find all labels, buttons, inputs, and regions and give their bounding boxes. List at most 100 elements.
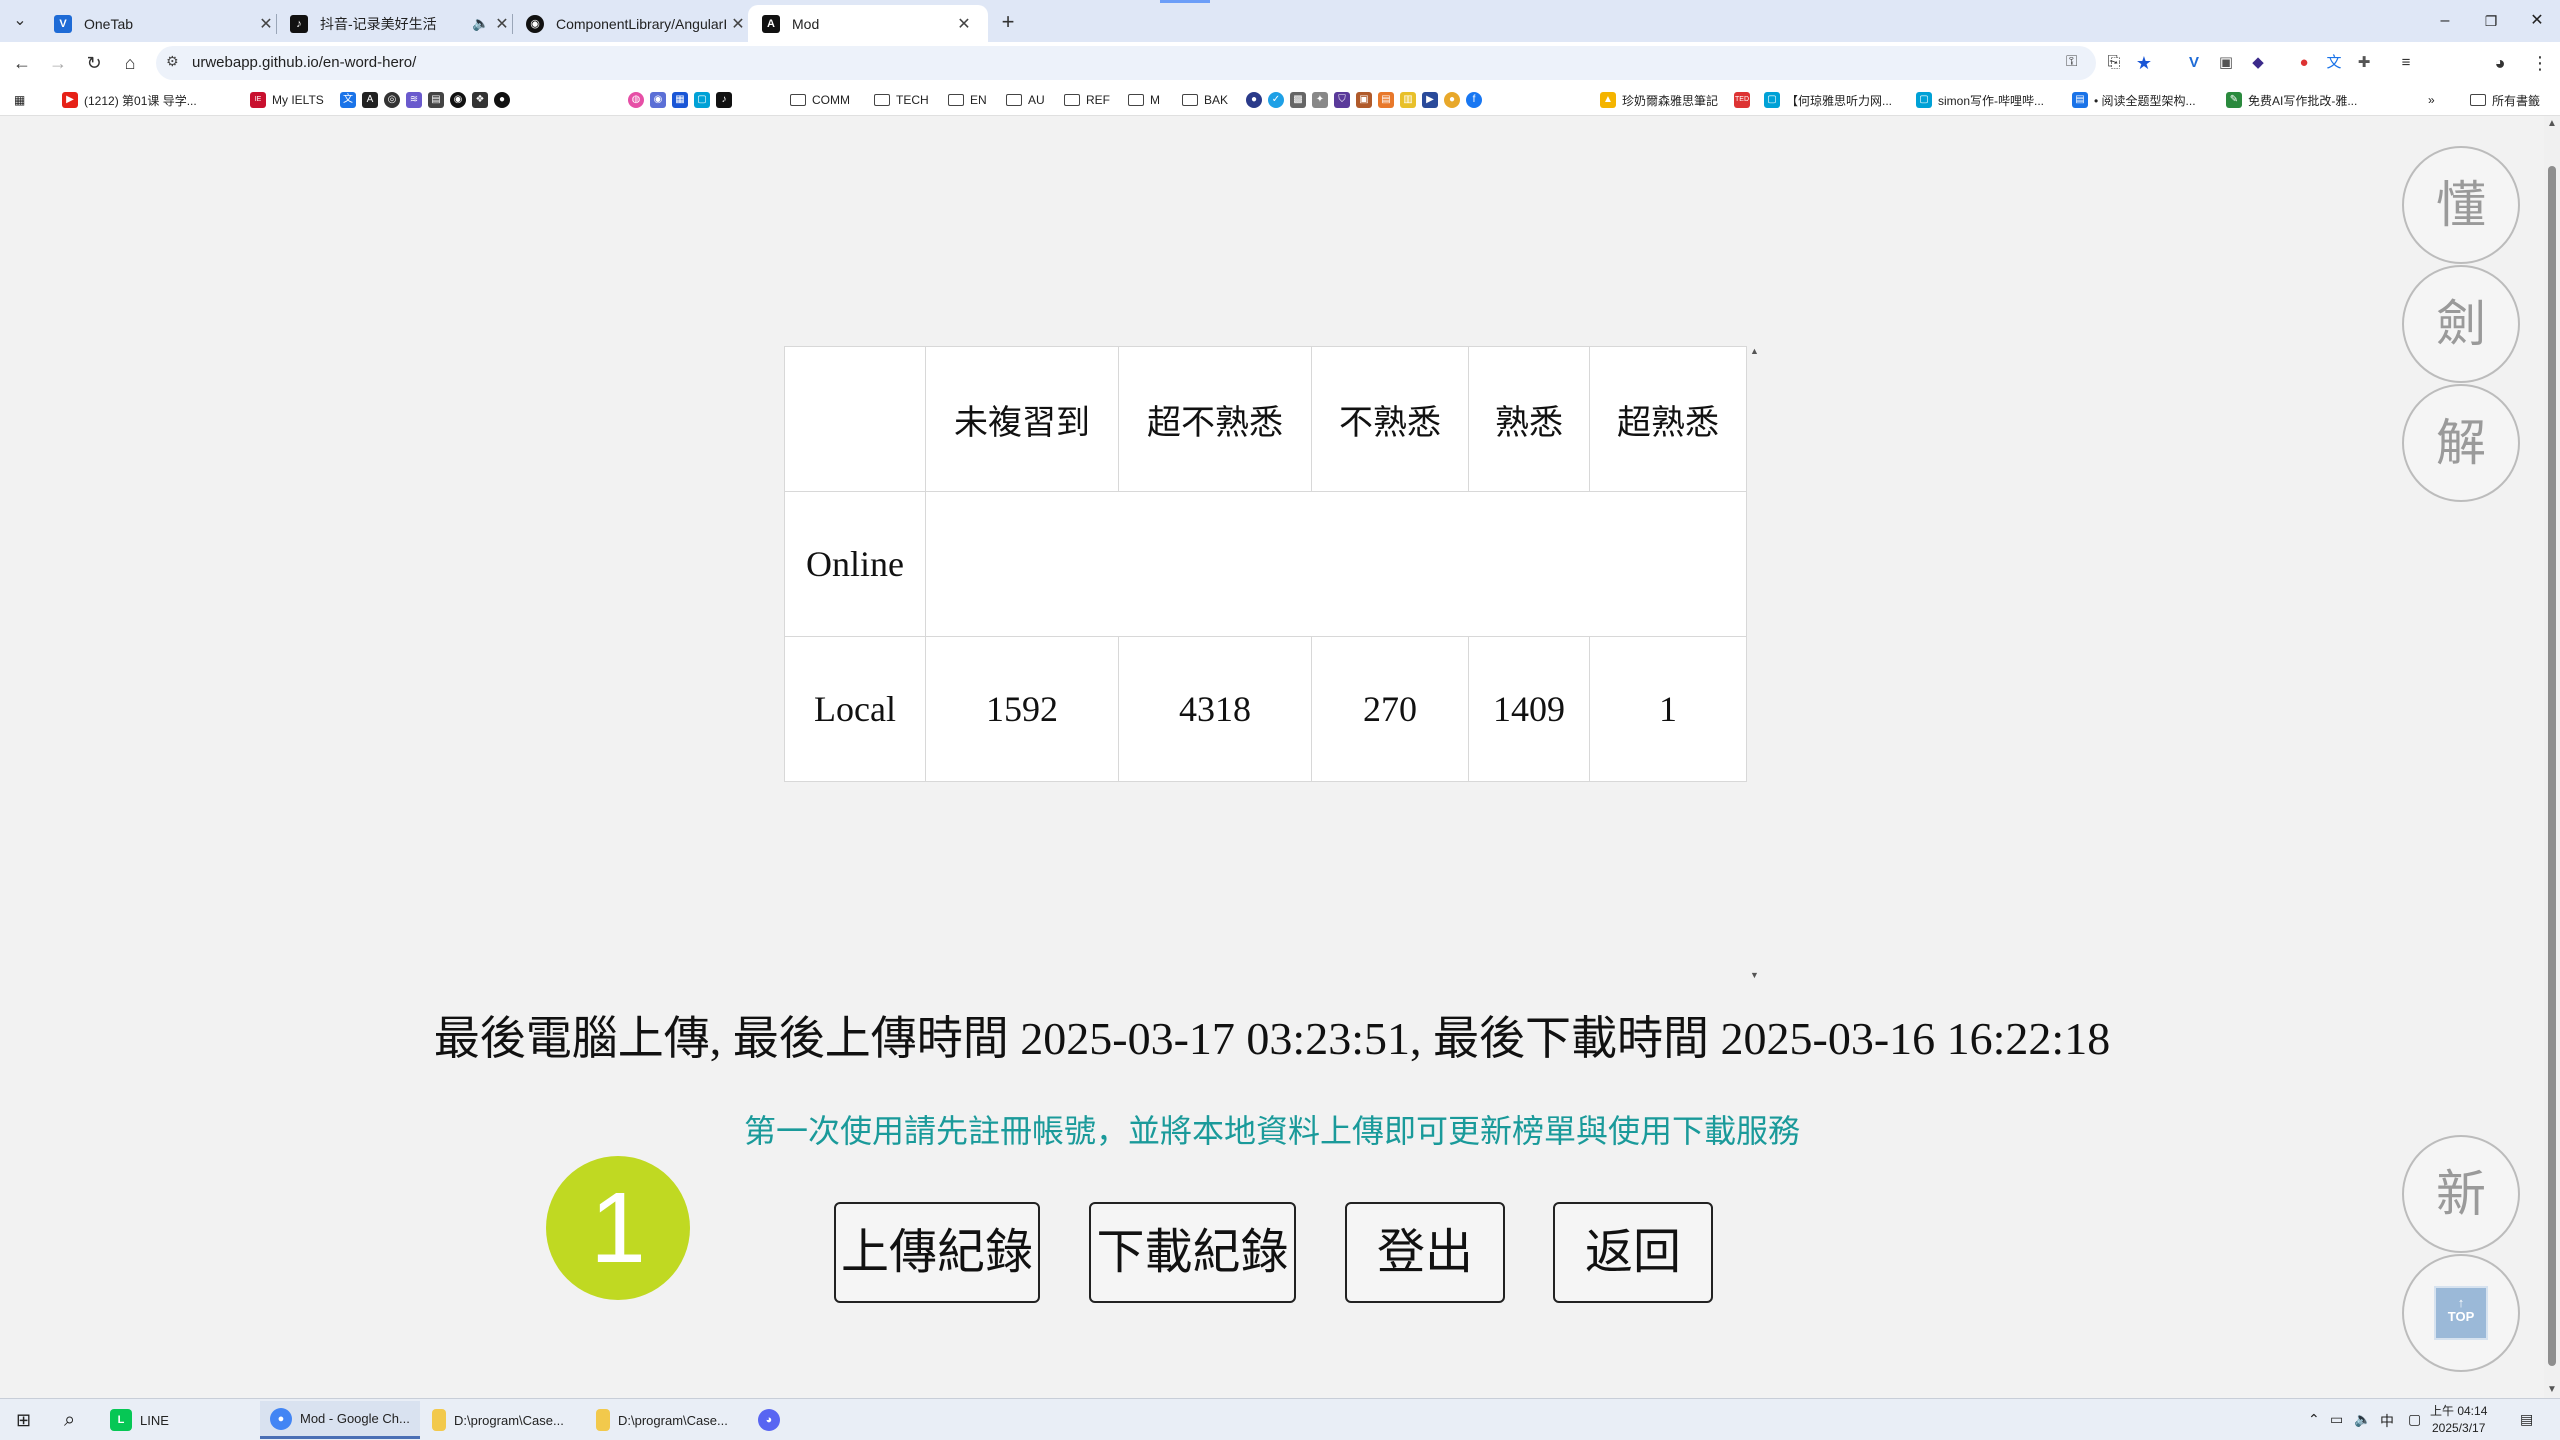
- back-button[interactable]: 返回: [1553, 1202, 1713, 1303]
- bookmark-icons-group[interactable]: ● ✓ ▩ ✦ ⛉ ▣ ▤ ▥ ▶ ● f: [1246, 90, 1488, 110]
- restore-button[interactable]: ❐: [2468, 4, 2514, 38]
- close-icon[interactable]: ✕: [728, 14, 748, 34]
- page-scrollbar[interactable]: ▲ ▼: [2544, 116, 2560, 1398]
- douyin-icon: ♪: [290, 14, 308, 33]
- ime-indicator[interactable]: 中: [2380, 1411, 2394, 1431]
- youtube-icon: ▶: [62, 92, 78, 108]
- scroll-down-icon[interactable]: ▼: [1750, 970, 1759, 980]
- understand-button[interactable]: 懂: [2402, 146, 2520, 264]
- ted-icon: TED: [1734, 92, 1750, 108]
- extension-icon: ▣: [1356, 92, 1372, 108]
- window-close-button[interactable]: ✕: [2514, 4, 2560, 38]
- extensions-puzzle-icon[interactable]: ✚: [2350, 49, 2378, 77]
- table-cell: 1409: [1468, 636, 1590, 782]
- tab-mod[interactable]: A Mod ✕: [748, 5, 988, 42]
- scroll-up-icon[interactable]: ▲: [2547, 118, 2557, 129]
- taskbar-item-explorer[interactable]: D:\program\Case...: [422, 1401, 582, 1439]
- explain-button[interactable]: 解: [2402, 384, 2520, 502]
- scroll-down-icon[interactable]: ▼: [2547, 1384, 2557, 1395]
- volume-icon[interactable]: 🔈: [2354, 1411, 2371, 1428]
- extension-icon[interactable]: ◆: [2244, 49, 2272, 77]
- speaker-icon[interactable]: 🔈: [472, 15, 492, 32]
- bookmark-folder[interactable]: REF: [1064, 90, 1110, 110]
- back-icon[interactable]: ←: [8, 49, 36, 77]
- logout-button[interactable]: 登出: [1345, 1202, 1505, 1303]
- bookmarks-bar: ▦ ▶ (1212) 第01课 导学... IE My IELTS 文 A ◎ …: [0, 84, 2560, 116]
- taskbar-item-discord[interactable]: ◕: [748, 1401, 798, 1439]
- register-hint-text: 第一次使用請先註冊帳號，並將本地資料上傳即可更新榜單與使用下載服務: [743, 1112, 1800, 1150]
- bookmark-item[interactable]: ▢ 【何琼雅思听力网...: [1764, 90, 1892, 110]
- url-text[interactable]: urwebapp.github.io/en-word-hero/: [192, 54, 416, 71]
- reload-icon[interactable]: ↻: [80, 49, 108, 77]
- row-label: Online: [784, 491, 926, 637]
- taskbar-item-chrome[interactable]: ● Mod - Google Ch...: [260, 1401, 420, 1439]
- taskbar-item-line[interactable]: L LINE: [100, 1401, 256, 1439]
- start-icon[interactable]: ⊞: [6, 1401, 41, 1439]
- table-scrollbar[interactable]: ▲ ▼: [1746, 346, 1761, 984]
- bookmark-folder[interactable]: M: [1128, 90, 1160, 110]
- bookmark-folder[interactable]: BAK: [1182, 90, 1228, 110]
- bookmark-folder[interactable]: TECH: [874, 90, 929, 110]
- bookmark-item[interactable]: TED: [1734, 90, 1756, 110]
- close-icon[interactable]: ✕: [256, 14, 276, 34]
- docs-icon: ▤: [2072, 92, 2088, 108]
- upload-records-button[interactable]: 上傳紀錄: [834, 1202, 1040, 1303]
- bookmark-folder[interactable]: AU: [1006, 90, 1045, 110]
- tray-overflow-icon[interactable]: ⌃: [2308, 1411, 2320, 1428]
- forward-icon[interactable]: →: [44, 49, 72, 77]
- taskbar-item-explorer[interactable]: D:\program\Case...: [586, 1401, 746, 1439]
- bookmark-item[interactable]: ✎ 免费AI写作批改-雅...: [2226, 90, 2357, 110]
- bookmark-item[interactable]: ▢ simon写作-哔哩哔...: [1916, 90, 2044, 110]
- bookmark-folder[interactable]: EN: [948, 90, 987, 110]
- system-clock[interactable]: 上午 04:14 2025/3/17: [2430, 1403, 2487, 1437]
- top-button[interactable]: ↑ TOP: [2402, 1254, 2520, 1372]
- close-icon[interactable]: ✕: [954, 14, 974, 34]
- apps-icon[interactable]: ▦: [14, 90, 25, 110]
- notification-badge: 1: [546, 1156, 690, 1300]
- onetab-extension-icon[interactable]: V: [2180, 49, 2208, 77]
- tab-douyin[interactable]: ♪ 抖音-记录美好生活 🔈 ✕: [276, 5, 526, 42]
- minimize-button[interactable]: –: [2422, 4, 2468, 38]
- site-settings-icon[interactable]: ⚙: [166, 53, 179, 70]
- tab-github[interactable]: ◉ ComponentLibrary/AngularI... ✕: [512, 5, 762, 42]
- extension-icon: ▦: [672, 92, 688, 108]
- new-tab-button[interactable]: +: [994, 8, 1022, 36]
- reading-list-icon[interactable]: ≡: [2392, 49, 2420, 77]
- bookmark-icons-group[interactable]: ◍ ◉ ▦ ▢ ♪: [628, 90, 738, 110]
- address-bar[interactable]: ⚙ urwebapp.github.io/en-word-hero/ ⚿: [156, 46, 2096, 80]
- scrollbar-thumb[interactable]: [2548, 166, 2556, 1366]
- browser-toolbar: ← → ↻ ⌂ ⚙ urwebapp.github.io/en-word-her…: [0, 42, 2560, 84]
- screenshot-extension-icon[interactable]: ▣: [2212, 49, 2240, 77]
- bookmark-item[interactable]: IE My IELTS: [250, 90, 324, 110]
- download-records-button[interactable]: 下載紀錄: [1089, 1202, 1296, 1303]
- scroll-up-icon[interactable]: ▲: [1750, 346, 1759, 356]
- bookmark-icons-group[interactable]: 文 A ◎ ≋ ▤ ◉ ❖ ●: [340, 90, 516, 110]
- bookmark-star-icon[interactable]: ★: [2130, 49, 2158, 77]
- bookmark-item[interactable]: ▤ • 阅读全题型架构...: [2072, 90, 2196, 110]
- bookmark-item[interactable]: ▶ (1212) 第01课 导学...: [62, 90, 197, 110]
- network-icon[interactable]: ▭: [2330, 1411, 2343, 1428]
- bookmark-folder[interactable]: COMM: [790, 90, 850, 110]
- menu-dots-icon[interactable]: ⋮: [2526, 49, 2554, 77]
- sword-button[interactable]: 劍: [2402, 265, 2520, 383]
- translate-extension-icon[interactable]: 文: [2320, 49, 2348, 77]
- new-button[interactable]: 新: [2402, 1135, 2520, 1253]
- folder-icon: [2470, 94, 2486, 106]
- extension-icon[interactable]: ●: [2290, 49, 2318, 77]
- search-icon[interactable]: ⌕: [54, 1401, 85, 1439]
- bookmarks-overflow-icon[interactable]: »: [2428, 90, 2435, 110]
- all-bookmarks-folder[interactable]: 所有書籤: [2470, 90, 2540, 110]
- bookmark-item[interactable]: ▲ 珍奶爾森雅思筆記: [1600, 90, 1718, 110]
- table-cell: 1592: [925, 636, 1119, 782]
- key-icon[interactable]: ⚿: [2066, 53, 2077, 70]
- table-row: Local 1592 4318 270 1409 1: [784, 636, 1747, 782]
- close-icon[interactable]: ✕: [492, 14, 512, 34]
- bilibili-icon: ▢: [1764, 92, 1780, 108]
- profile-avatar[interactable]: ◕: [2486, 49, 2514, 77]
- input-mode-icon[interactable]: ▢: [2408, 1411, 2421, 1428]
- tab-search-icon[interactable]: ⌄: [8, 9, 32, 33]
- tab-onetab[interactable]: V OneTab ✕: [40, 5, 290, 42]
- home-icon[interactable]: ⌂: [116, 49, 144, 77]
- notification-icon[interactable]: ▤: [2520, 1411, 2533, 1428]
- install-icon[interactable]: ⎘: [2100, 49, 2128, 77]
